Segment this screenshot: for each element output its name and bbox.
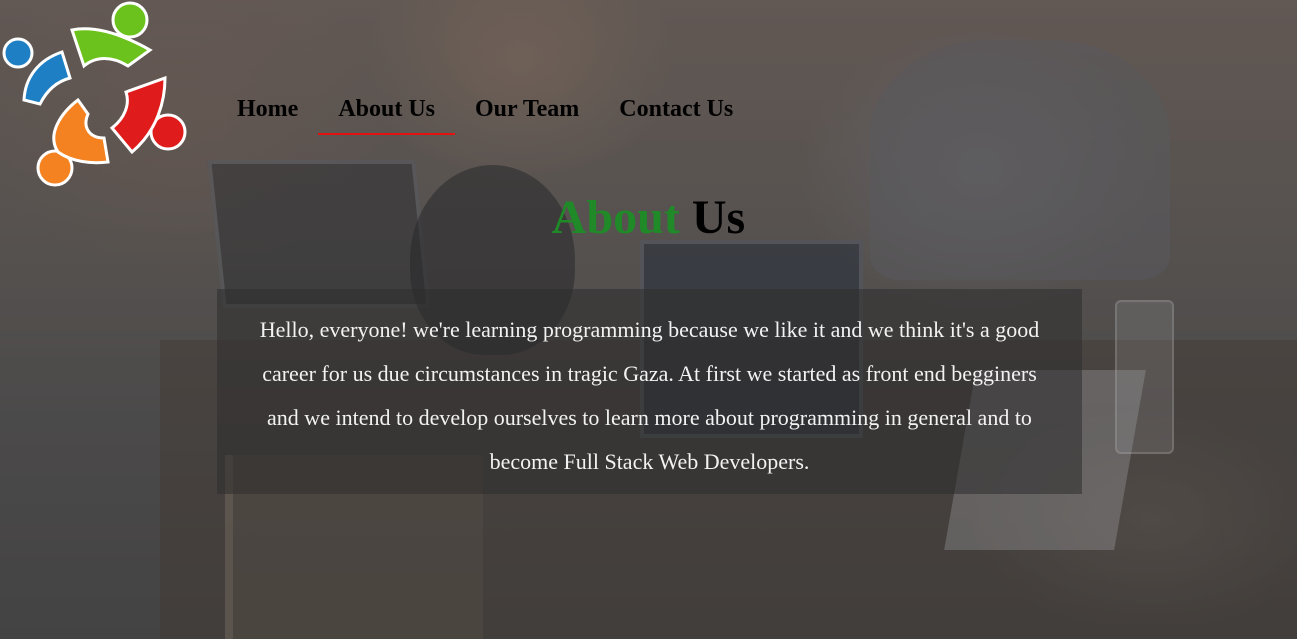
about-text-box: Hello, everyone! we're learning programm… [217, 289, 1082, 494]
nav-item-contact-us[interactable]: Contact Us [599, 96, 753, 133]
page-title-accent: About [551, 191, 680, 244]
nav-item-our-team[interactable]: Our Team [455, 96, 599, 133]
page-title-rest: Us [691, 191, 746, 244]
nav-item-home[interactable]: Home [217, 96, 318, 133]
page-title: About Us [0, 190, 1297, 245]
about-paragraph: Hello, everyone! we're learning programm… [259, 317, 1040, 474]
team-circle-logo-icon[interactable] [0, 0, 195, 195]
nav-item-about-us[interactable]: About Us [318, 96, 455, 135]
main-nav: Home About Us Our Team Contact Us [217, 96, 753, 135]
